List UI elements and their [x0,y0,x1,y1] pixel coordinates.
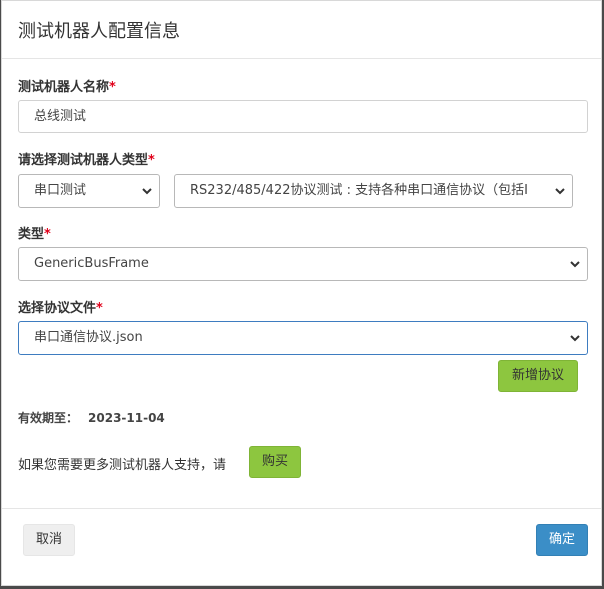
buy-button[interactable]: 购买 [249,446,301,478]
robot-category-select[interactable]: 串口测试 [18,174,160,208]
required-mark: * [109,80,116,95]
protocol-file-label: 选择协议文件* [18,297,103,316]
protocol-file-value: 串口通信协议.json [34,330,143,345]
type-value: GenericBusFrame [34,256,149,271]
robot-name-input[interactable]: 总线测试 [18,100,588,133]
robot-name-label: 测试机器人名称* [18,76,116,95]
chevron-down-icon [142,188,152,195]
required-mark: * [148,153,155,168]
robot-type-label-text: 请选择测试机器人类型 [18,153,149,168]
dialog-title: 测试机器人配置信息 [18,21,180,42]
required-mark: * [44,227,51,242]
robot-name-label-text: 测试机器人名称 [18,80,110,95]
type-select[interactable]: GenericBusFrame [18,247,588,281]
protocol-type-select[interactable]: RS232/485/422协议测试 : 支持各种串口通信协议（包括I [174,174,573,208]
expiry-info: 有效期至： 2023-11-04 [18,409,165,426]
type-label-text: 类型 [18,227,45,242]
type-label: 类型* [18,223,51,242]
expiry-date: 2023-11-04 [88,411,165,425]
confirm-button[interactable]: 确定 [536,524,588,556]
add-protocol-button[interactable]: 新增协议 [498,360,578,392]
robot-category-value: 串口测试 [34,183,87,198]
footer-divider [2,508,601,509]
robot-type-label: 请选择测试机器人类型* [18,149,155,168]
expiry-label: 有效期至： [18,411,79,425]
cancel-button[interactable]: 取消 [23,524,75,556]
chevron-down-icon [554,184,566,198]
dialog-header: 测试机器人配置信息 [2,1,601,59]
protocol-file-label-text: 选择协议文件 [18,301,97,316]
protocol-type-value: RS232/485/422协议测试 : 支持各种串口通信协议（包括I [190,183,528,198]
config-dialog: 测试机器人配置信息 测试机器人名称* 总线测试 请选择测试机器人类型* 串口测试… [1,0,602,586]
chevron-down-icon [570,261,580,268]
chevron-down-icon [570,335,580,342]
purchase-text: 如果您需要更多测试机器人支持，请 [18,458,227,473]
protocol-file-select[interactable]: 串口通信协议.json [18,321,588,355]
required-mark: * [96,301,103,316]
